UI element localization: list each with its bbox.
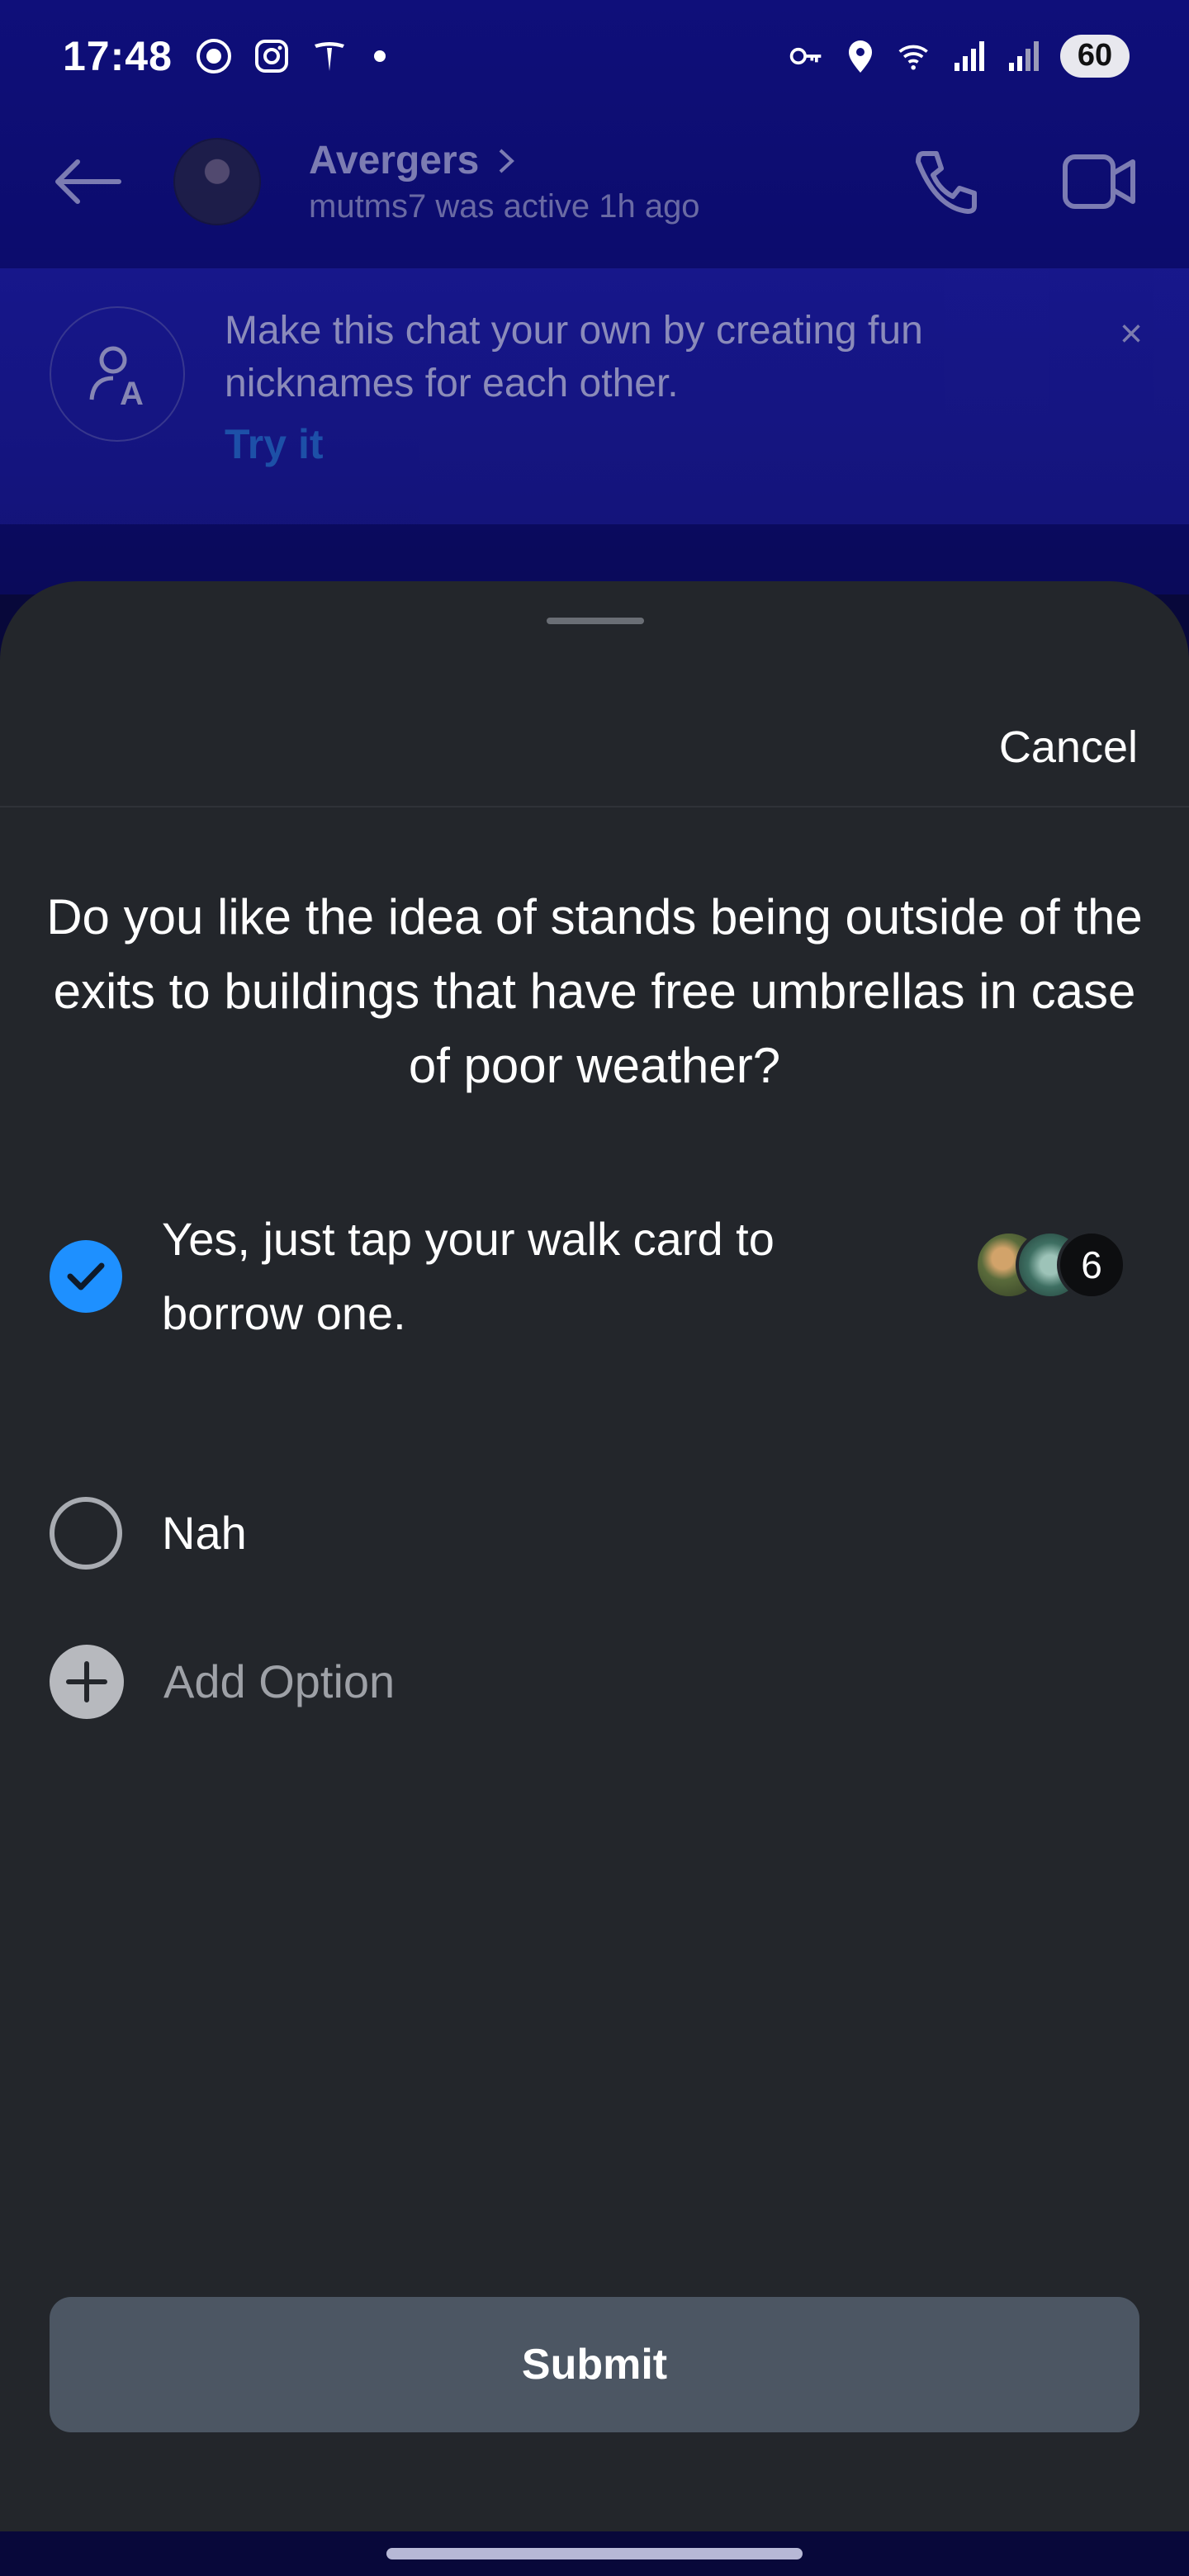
vpn-key-icon (788, 38, 824, 74)
chat-subtitle: mutms7 was active 1h ago (309, 188, 700, 225)
option-1-voters[interactable]: 6 (974, 1230, 1139, 1300)
tesla-icon (311, 38, 348, 74)
video-camera-icon (1063, 154, 1135, 209)
status-bar: 17:48 60 (0, 0, 1189, 111)
home-indicator[interactable] (386, 2548, 803, 2559)
sheet-drag-handle[interactable] (547, 618, 644, 624)
status-time: 17:48 (63, 32, 173, 79)
battery-indicator: 60 (1060, 34, 1130, 78)
add-option-label: Add Option (163, 1655, 396, 1707)
signal-icon (951, 38, 988, 74)
signal-icon-2 (1006, 38, 1042, 74)
location-icon (842, 38, 879, 74)
instagram-icon (253, 38, 290, 74)
chat-header: Avergers mutms7 was active 1h ago (0, 124, 1189, 239)
wifi-icon (897, 38, 933, 74)
status-right-icons: 60 (788, 34, 1130, 78)
poll-option-2-label: Nah (162, 1507, 247, 1559)
system-nav-bar (0, 2531, 1189, 2576)
chevron-right-icon (499, 149, 515, 173)
nickname-banner: A Make this chat your own by creating fu… (0, 268, 1189, 524)
svg-text:A: A (120, 376, 144, 411)
poll-option-2[interactable]: Nah (50, 1496, 247, 1570)
nickname-icon: A (50, 306, 185, 442)
radio-circle-icon[interactable] (50, 1497, 122, 1570)
chat-background: 17:48 60 Avergers mutms7 was active 1h a… (0, 0, 1189, 594)
submit-button[interactable]: Submit (50, 2297, 1139, 2432)
nickname-try-it-link[interactable]: Try it (225, 420, 323, 468)
plus-icon[interactable] (50, 1645, 124, 1719)
video-call-button[interactable] (1060, 142, 1139, 221)
vote-count-badge: 6 (1057, 1230, 1126, 1300)
status-left-icons (196, 38, 386, 74)
sheet-divider (0, 806, 1189, 807)
phone-icon (916, 151, 977, 214)
header-actions (907, 142, 1139, 221)
back-button[interactable] (50, 144, 124, 219)
poll-option-1[interactable]: Yes, just tap your walk card to borrow o… (50, 1202, 958, 1351)
back-arrow-icon (55, 159, 121, 204)
chat-title: Avergers (309, 139, 480, 182)
cancel-button[interactable]: Cancel (999, 722, 1138, 773)
nickname-banner-text: Make this chat your own by creating fun … (225, 309, 923, 405)
add-option-row[interactable]: Add Option (50, 1645, 395, 1719)
duckduckgo-icon (196, 38, 232, 74)
poll-question: Do you like the idea of stands being out… (46, 889, 1143, 1093)
voice-call-button[interactable] (907, 142, 986, 221)
chat-avatar[interactable] (173, 138, 261, 225)
notification-dot (373, 50, 386, 62)
chat-title-row: Avergers (309, 138, 700, 183)
poll-bottom-sheet: Cancel Do you like the idea of stands be… (0, 581, 1189, 2531)
close-icon[interactable]: × (1120, 311, 1143, 357)
chat-header-text[interactable]: Avergers mutms7 was active 1h ago (309, 138, 700, 225)
poll-option-1-label: Yes, just tap your walk card to borrow o… (162, 1213, 775, 1339)
checkmark-icon[interactable] (50, 1240, 122, 1313)
